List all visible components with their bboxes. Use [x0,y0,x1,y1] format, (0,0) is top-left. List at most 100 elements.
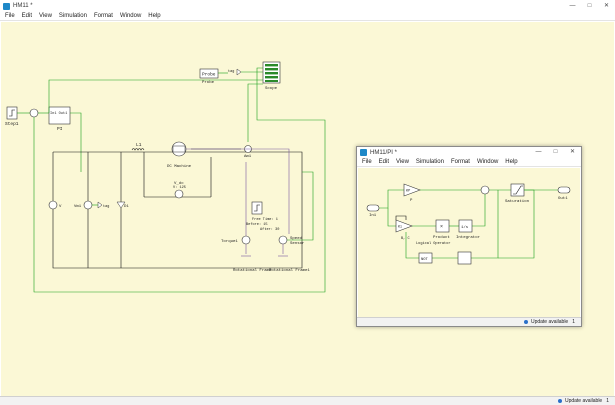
sub-titlebar: HM11/PI * — □ ✕ [357,147,581,158]
probe-tag-label: tag [228,70,234,74]
wire [48,79,263,113]
update-icon [523,320,528,324]
vm1-label: Vm1 [74,205,82,209]
probe-inner-label: Probe [202,72,216,78]
sub-status-count: 1 [572,319,575,325]
wire [287,171,314,241]
vdc-source-block[interactable] [174,189,184,199]
sub-diagram: In1 KP P Ki B, C × Product 1/s Integrato… [366,183,571,265]
p-gain-value: KP [406,190,410,194]
out1-label: Out1 [558,197,568,201]
menu-edit[interactable]: Edit [22,13,32,19]
in1-label: In1 [369,214,377,218]
menu-simulation[interactable]: Simulation [416,159,444,165]
probe-caption: Probe [202,80,215,85]
product-icon: × [440,224,443,230]
main-titlebar: HM11 * — □ ✕ [0,0,615,12]
wire [379,189,404,209]
main-status-count: 1 [606,398,609,404]
menu-format[interactable]: Format [451,159,470,165]
main-window-controls: — □ ✕ [564,0,615,12]
torque-source-block[interactable] [241,235,251,245]
voltage-source-block[interactable] [48,200,58,210]
wire [471,190,499,259]
wire [395,215,407,220]
minimize-icon[interactable]: — [564,0,581,12]
dc-machine-block[interactable] [171,141,187,157]
torque-label: Torque1 [221,239,238,244]
sensor-label: Sensor [290,241,305,246]
app-icon [360,149,367,156]
sum-block[interactable] [480,185,490,195]
menu-simulation[interactable]: Simulation [59,13,87,19]
logical-op-label: Logical Operator [416,241,451,246]
inductor-icon [131,148,145,151]
wire [387,208,396,227]
close-icon[interactable]: ✕ [598,0,615,12]
tag-icon [97,201,103,209]
free-time-label: Free Time: 1 [252,217,278,222]
close-icon[interactable]: ✕ [564,147,581,158]
menu-view[interactable]: View [396,159,409,165]
vdc-value: V: 125 [173,186,186,190]
product-label: Product [433,235,450,240]
sub-statusbar: Update available 1 [357,317,581,326]
saturation-label: Saturation [505,199,530,204]
not-label: NOT [421,258,429,262]
app-icon [3,2,10,10]
goto-tag-icon [236,68,242,76]
menu-view[interactable]: View [39,13,52,19]
menu-format[interactable]: Format [94,13,113,19]
wire [70,112,82,172]
main-window-title: HM11 * [13,3,33,9]
scope-label: Scope [265,87,278,91]
rot-frame2-label: Rotational Frame1 [269,268,310,273]
menu-help[interactable]: Help [505,159,517,165]
minimize-icon[interactable]: — [530,147,547,158]
integrator-value: 1/s [461,225,469,230]
bc-label: B, C [401,237,410,241]
maximize-icon[interactable]: □ [581,0,598,12]
menu-edit[interactable]: Edit [379,159,389,165]
menu-window[interactable]: Window [120,13,141,19]
out1-port[interactable] [557,186,571,194]
rot-frame1-label: Rotational Frame [233,268,272,273]
d1-label: D1 [124,205,129,209]
speed-sensor-block[interactable] [278,235,288,245]
maximize-icon[interactable]: □ [547,147,564,158]
v-label: V [59,205,62,209]
sub-window: HM11/PI * — □ ✕ File Edit View Simulatio… [356,146,582,327]
sub-window-title: HM11/PI * [370,149,397,156]
wire [247,83,263,142]
voltmeter-block[interactable] [83,200,93,210]
main-status-text[interactable]: Update available [565,398,602,404]
wire [33,67,326,293]
integrator-label: Integrator [456,235,481,240]
before-label: Before: 15 [246,222,268,227]
in1-port[interactable] [366,204,380,212]
p-label: P [410,199,413,203]
compare-block[interactable] [457,251,472,265]
vm1-tag: tag [103,205,109,209]
main-statusbar: Update available 1 [0,396,615,405]
l1-label: L1 [136,142,142,148]
dc-machine-label: DC Machine [167,164,192,169]
sum-block[interactable] [29,108,39,118]
wire [472,194,486,227]
circuit-wire [52,151,303,269]
menu-window[interactable]: Window [477,159,498,165]
sub-canvas[interactable]: In1 KP P Ki B, C × Product 1/s Integrato… [358,168,580,318]
menu-file[interactable]: File [5,13,15,19]
step-label: Step1 [5,121,19,127]
menu-help[interactable]: Help [148,13,160,19]
update-icon [557,399,562,403]
after-label: After: 30 [260,227,279,232]
sub-status-text[interactable]: Update available [531,319,568,325]
ki-gain-value: Ki [398,225,402,230]
sub-menubar: File Edit View Simulation Format Window … [357,158,581,167]
am1-label: Am1 [244,155,252,159]
pi-ports-label: In1 Out1 [50,112,67,116]
pi-label: PI [57,126,63,132]
main-menubar: File Edit View Simulation Format Window … [0,12,615,21]
menu-file[interactable]: File [362,159,372,165]
